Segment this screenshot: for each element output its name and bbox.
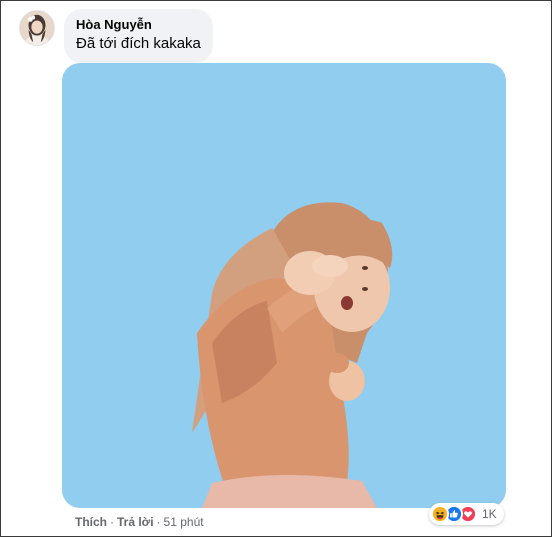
reaction-count: 1K bbox=[482, 507, 497, 521]
timestamp[interactable]: 51 phút bbox=[164, 515, 204, 529]
gif-image bbox=[62, 63, 506, 508]
avatar-image bbox=[20, 11, 54, 45]
comment-bubble: Hòa Nguyễn Đã tới đích kakaka bbox=[64, 9, 213, 63]
reaction-summary[interactable]: 1K bbox=[429, 503, 504, 525]
reply-button[interactable]: Trả lời bbox=[117, 515, 154, 529]
comment-window: Hòa Nguyễn Đã tới đích kakaka Thích · Tr… bbox=[0, 0, 552, 537]
haha-icon bbox=[431, 505, 449, 523]
comment-text: Đã tới đích kakaka bbox=[76, 35, 201, 52]
comment-actions: Thích · Trả lời · 51 phút bbox=[75, 513, 204, 531]
separator: · bbox=[110, 515, 114, 529]
avatar[interactable] bbox=[19, 10, 55, 46]
separator: · bbox=[156, 515, 161, 529]
author-name[interactable]: Hòa Nguyễn bbox=[76, 17, 201, 33]
gif-attachment[interactable] bbox=[62, 63, 506, 508]
like-button[interactable]: Thích bbox=[75, 515, 107, 529]
